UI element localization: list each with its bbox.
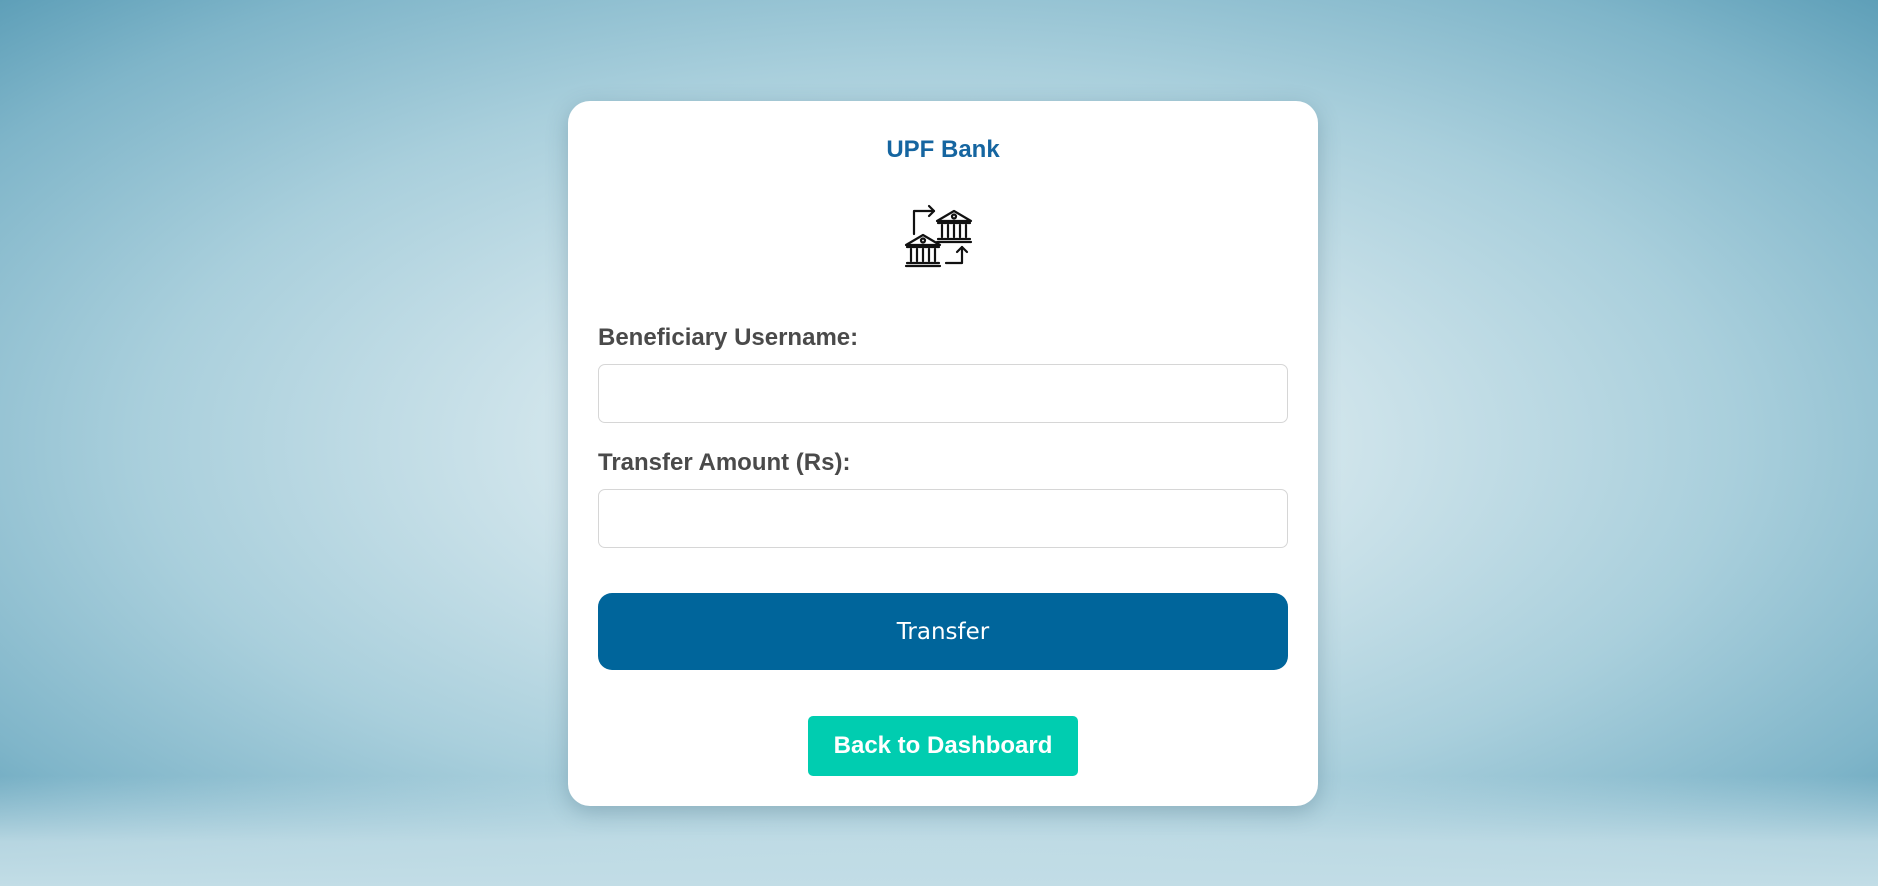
beneficiary-label: Beneficiary Username: (598, 324, 859, 351)
back-to-dashboard-button[interactable]: Back to Dashboard (808, 716, 1078, 776)
transfer-card: UPF Bank Beneficiary Username: Transfer … (568, 101, 1318, 806)
page-title: UPF Bank (886, 136, 1000, 163)
transfer-button[interactable]: Transfer (598, 593, 1288, 670)
transfer-amount-input[interactable] (598, 489, 1288, 548)
bank-transfer-icon (904, 204, 973, 268)
beneficiary-username-input[interactable] (598, 364, 1288, 423)
amount-label: Transfer Amount (Rs): (598, 449, 851, 476)
